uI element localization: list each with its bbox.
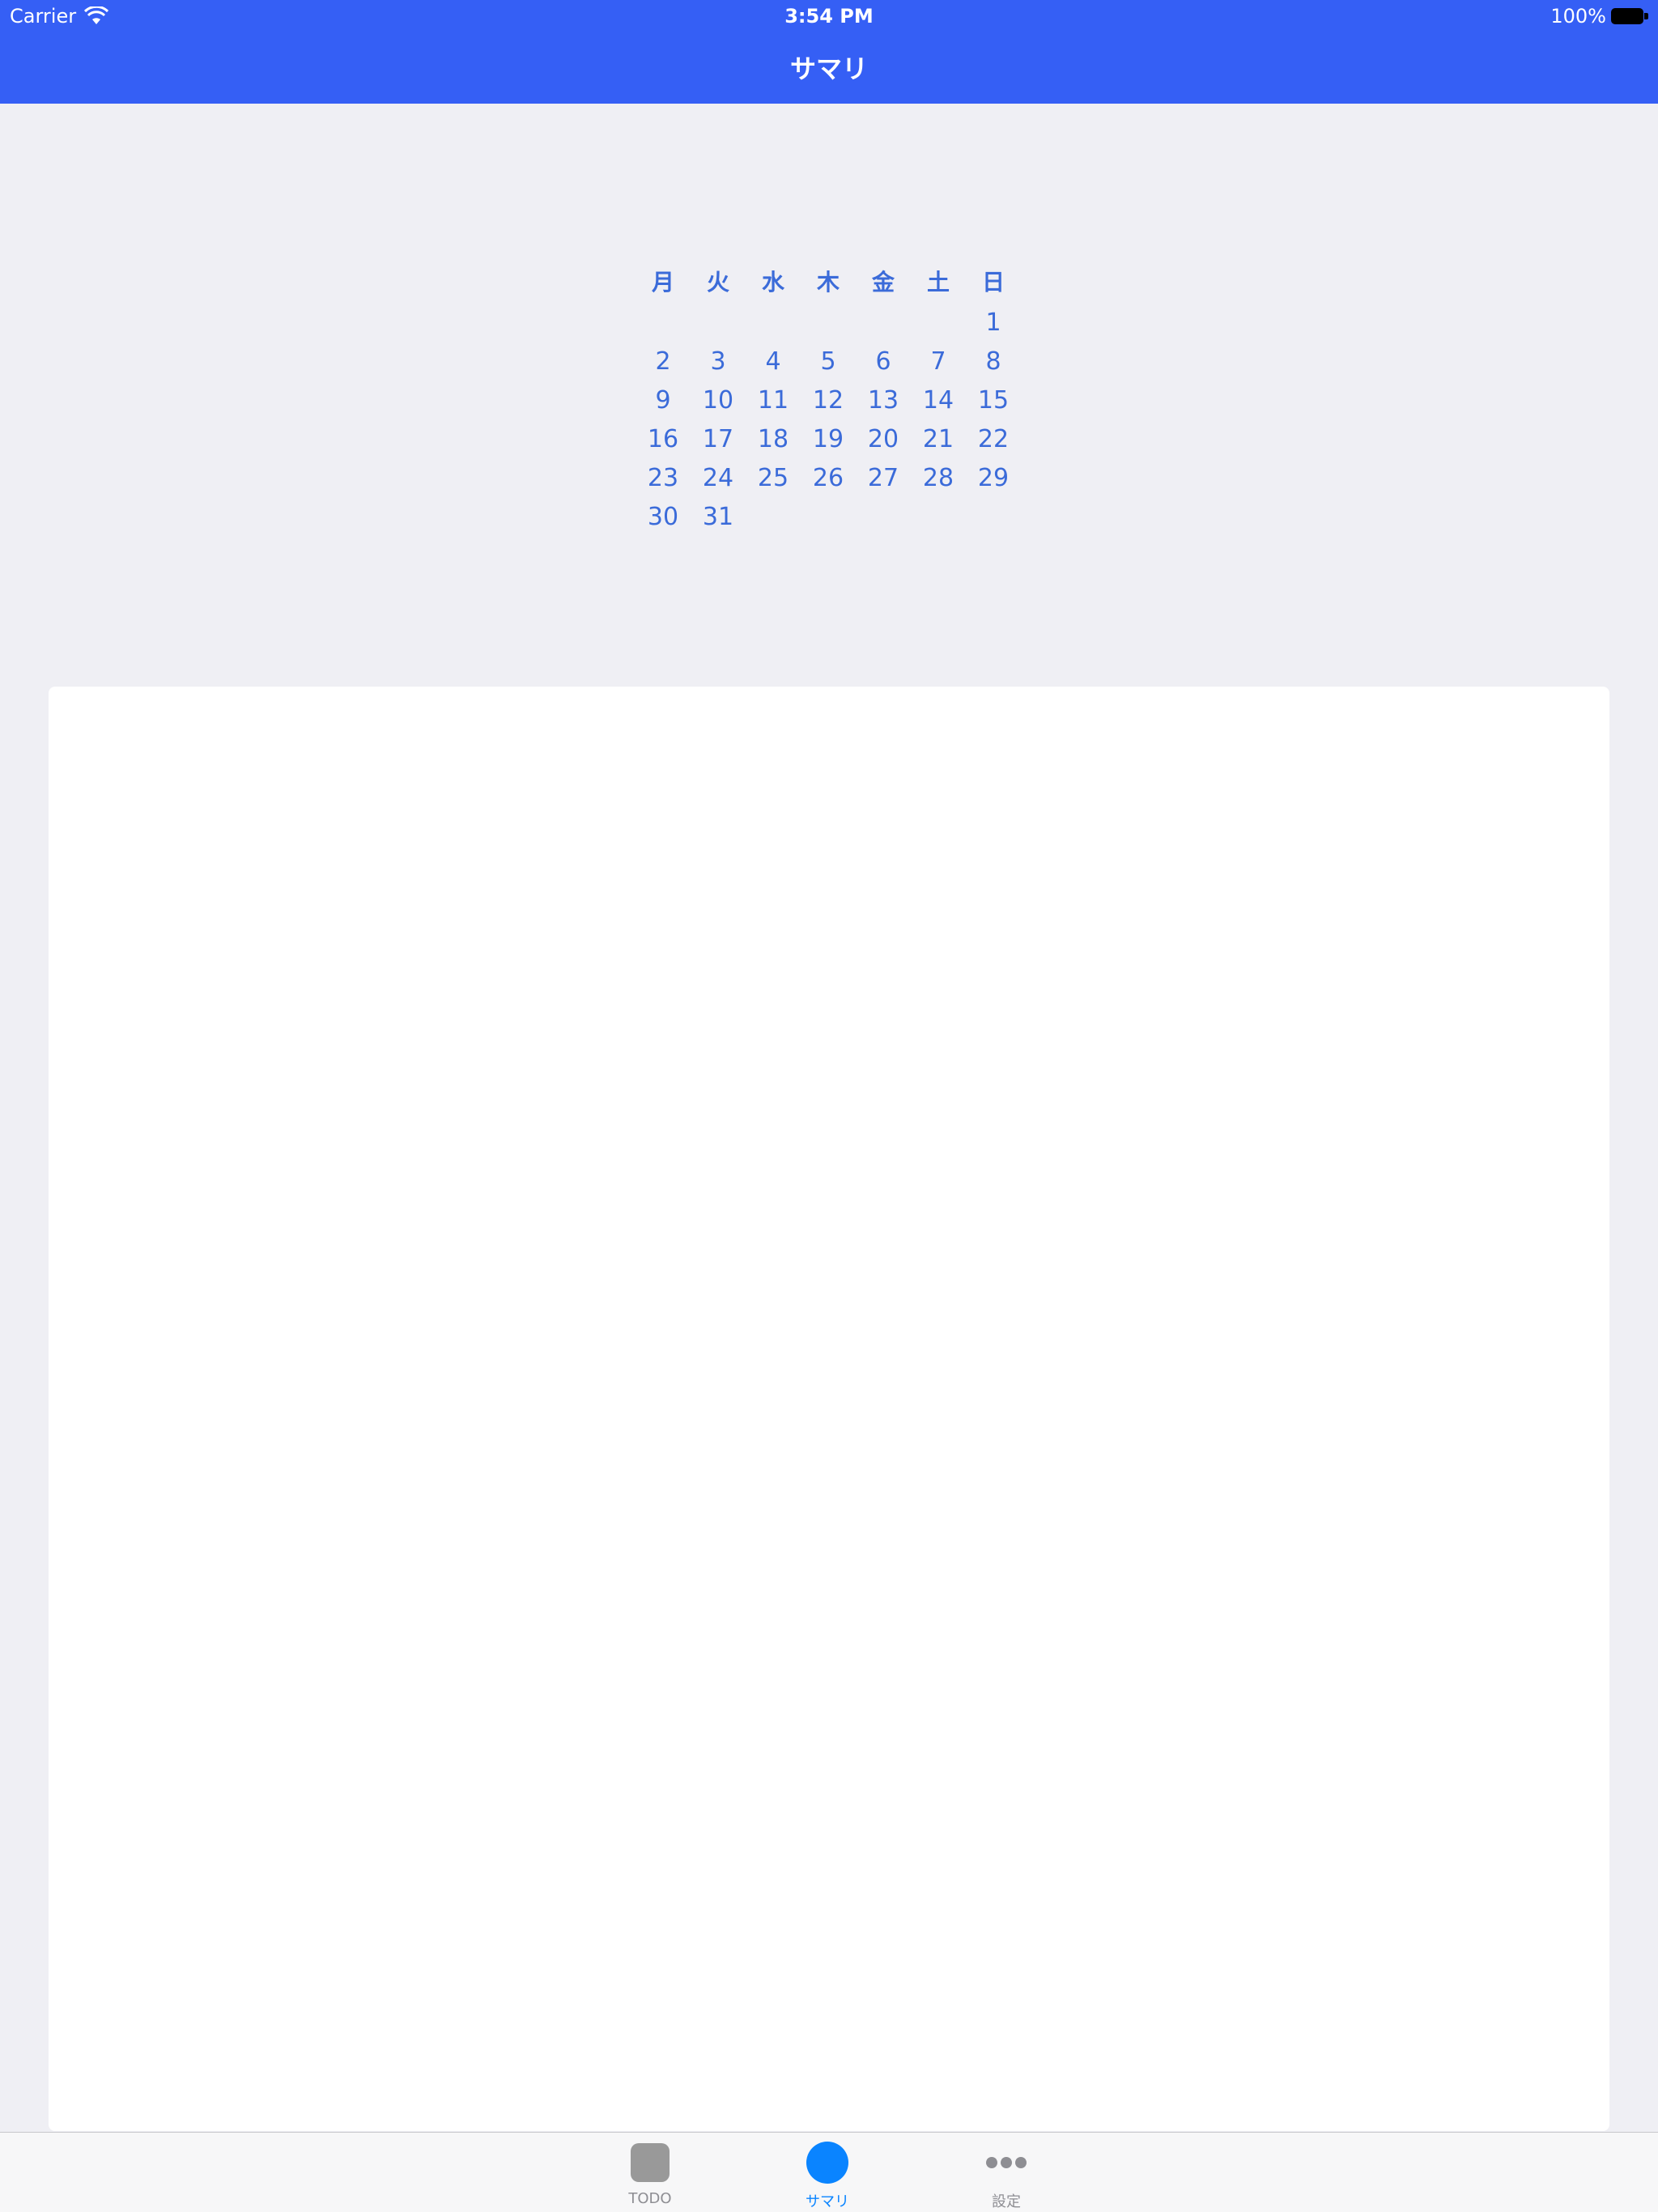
calendar-week-row: 16 17 18 19 20 21 22 bbox=[636, 419, 1021, 458]
weekday-tue: 火 bbox=[706, 269, 729, 296]
calendar-day[interactable]: 5 bbox=[801, 347, 856, 376]
calendar-week-row: 1 bbox=[636, 303, 1021, 342]
calendar-day[interactable]: 4 bbox=[746, 347, 801, 376]
calendar-day[interactable]: 19 bbox=[801, 425, 856, 453]
calendar-day[interactable]: 16 bbox=[636, 425, 691, 453]
tab-label: 設定 bbox=[992, 2193, 1021, 2210]
calendar-day[interactable]: 11 bbox=[746, 386, 801, 415]
calendar-day[interactable]: 30 bbox=[636, 503, 691, 531]
weekday-mon: 月 bbox=[651, 269, 674, 296]
tab-label: サマリ bbox=[806, 2193, 849, 2210]
calendar-day[interactable]: 26 bbox=[801, 464, 856, 492]
calendar-day[interactable]: 7 bbox=[911, 347, 966, 376]
calendar-day[interactable]: 21 bbox=[911, 425, 966, 453]
calendar-day[interactable]: 10 bbox=[691, 386, 746, 415]
status-time: 3:54 PM bbox=[784, 5, 874, 28]
calendar-day[interactable]: 8 bbox=[966, 347, 1021, 376]
calendar-week-row: 23 24 25 26 27 28 29 bbox=[636, 458, 1021, 497]
calendar-day[interactable]: 17 bbox=[691, 425, 746, 453]
status-right: 100% bbox=[1550, 5, 1648, 28]
tab-summary[interactable]: サマリ bbox=[746, 2133, 908, 2212]
battery-icon bbox=[1611, 8, 1648, 24]
calendar-day[interactable]: 28 bbox=[911, 464, 966, 492]
calendar: 月 火 水 木 金 土 日 1 2 3 4 5 6 7 8 9 10 11 12… bbox=[636, 259, 1021, 536]
calendar-day[interactable]: 14 bbox=[911, 386, 966, 415]
tab-bar: TODO サマリ 設定 bbox=[0, 2132, 1658, 2212]
header: Carrier 3:54 PM 100% サマリ bbox=[0, 0, 1658, 104]
battery-percent: 100% bbox=[1550, 5, 1606, 28]
tab-todo[interactable]: TODO bbox=[569, 2133, 731, 2212]
app-screen: Carrier 3:54 PM 100% サマリ 月 火 水 木 金 土 日 1… bbox=[0, 0, 1658, 2212]
calendar-day[interactable]: 9 bbox=[636, 386, 691, 415]
calendar-day[interactable]: 29 bbox=[966, 464, 1021, 492]
calendar-day[interactable]: 27 bbox=[856, 464, 911, 492]
calendar-day[interactable]: 31 bbox=[691, 503, 746, 531]
calendar-day[interactable]: 20 bbox=[856, 425, 911, 453]
calendar-week-row: 30 31 bbox=[636, 497, 1021, 536]
nav-title: サマリ bbox=[789, 53, 868, 84]
calendar-week-row: 9 10 11 12 13 14 15 bbox=[636, 381, 1021, 419]
calendar-week-row: 2 3 4 5 6 7 8 bbox=[636, 342, 1021, 381]
calendar-day[interactable]: 6 bbox=[856, 347, 911, 376]
calendar-day[interactable]: 23 bbox=[636, 464, 691, 492]
calendar-day[interactable]: 25 bbox=[746, 464, 801, 492]
more-dots-icon bbox=[986, 2157, 1027, 2168]
calendar-day[interactable]: 3 bbox=[691, 347, 746, 376]
tab-label: TODO bbox=[628, 2190, 672, 2207]
calendar-day[interactable]: 12 bbox=[801, 386, 856, 415]
calendar-day[interactable]: 2 bbox=[636, 347, 691, 376]
tab-icon-wrapper bbox=[746, 2142, 908, 2184]
calendar-day[interactable]: 24 bbox=[691, 464, 746, 492]
todo-square-icon bbox=[631, 2143, 670, 2182]
calendar-day[interactable]: 18 bbox=[746, 425, 801, 453]
weekday-thu: 木 bbox=[816, 269, 840, 296]
tab-icon-wrapper bbox=[569, 2142, 731, 2183]
weekday-header-row: 月 火 水 木 金 土 日 bbox=[636, 259, 1021, 303]
tab-settings[interactable]: 設定 bbox=[925, 2133, 1087, 2212]
weekday-sat: 土 bbox=[926, 269, 950, 296]
summary-circle-icon bbox=[806, 2142, 848, 2184]
calendar-day[interactable]: 13 bbox=[856, 386, 911, 415]
calendar-day[interactable]: 1 bbox=[966, 308, 1021, 337]
weekday-sun: 日 bbox=[981, 269, 1005, 296]
tab-icon-wrapper bbox=[925, 2142, 1087, 2183]
weekday-fri: 金 bbox=[871, 269, 895, 296]
calendar-day[interactable]: 15 bbox=[966, 386, 1021, 415]
weekday-wed: 水 bbox=[761, 269, 784, 296]
summary-content-card bbox=[49, 687, 1609, 2131]
calendar-day[interactable]: 22 bbox=[966, 425, 1021, 453]
status-bar: Carrier 3:54 PM 100% bbox=[0, 0, 1658, 32]
